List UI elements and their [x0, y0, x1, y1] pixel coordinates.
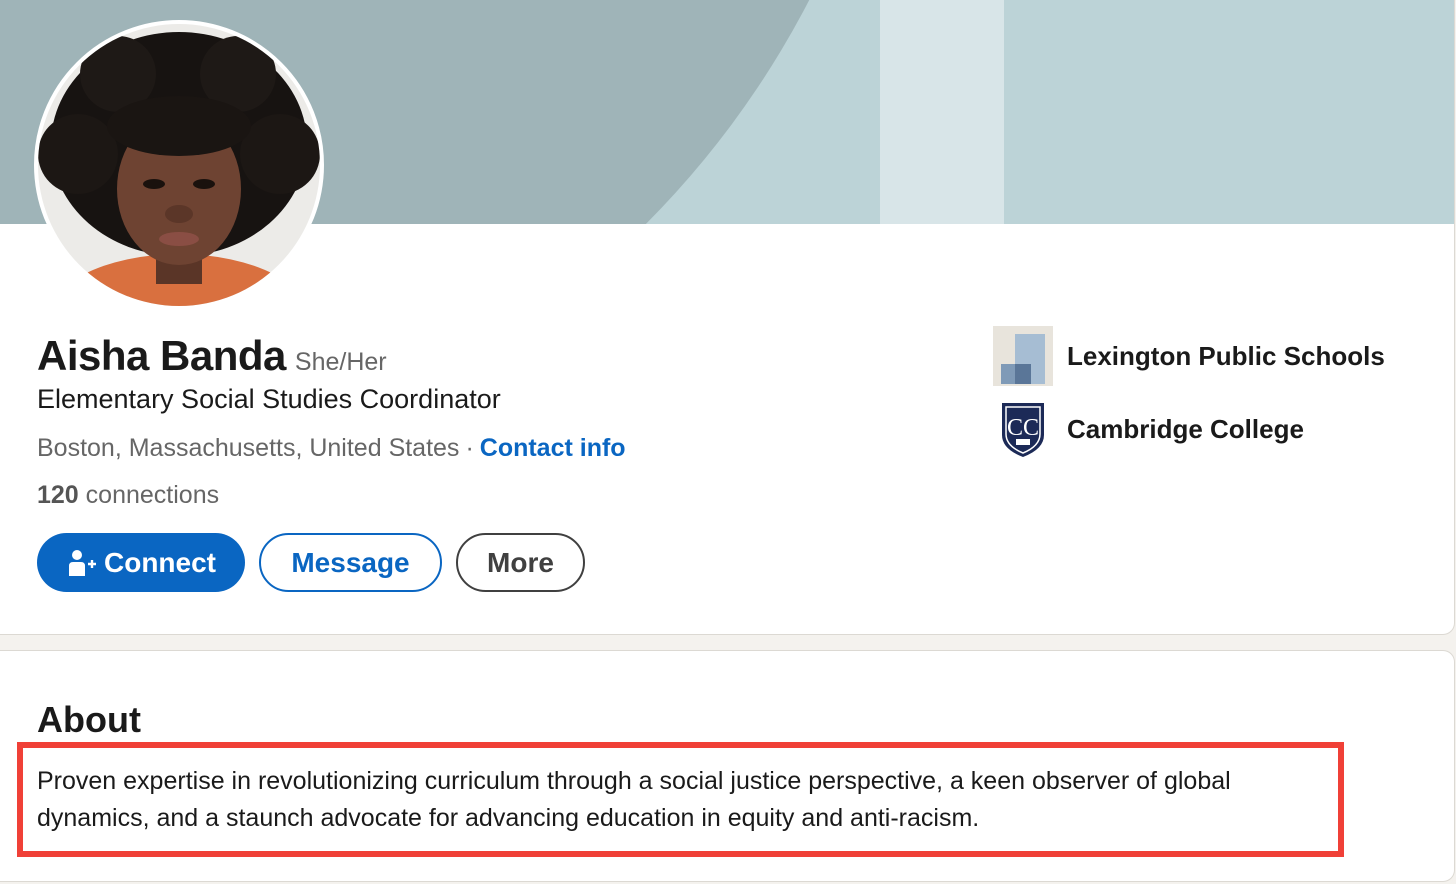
add-person-icon	[69, 549, 96, 576]
about-text: Proven expertise in revolutionizing curr…	[37, 767, 1231, 832]
profile-avatar[interactable]	[34, 20, 324, 310]
name-row: Aisha Banda She/Her	[37, 332, 387, 380]
lexington-logo-icon	[993, 326, 1053, 386]
more-label: More	[487, 546, 554, 578]
profile-pronouns: She/Her	[294, 348, 387, 376]
profile-card: Aisha Banda She/Her Elementary Social St…	[0, 0, 1455, 635]
profile-location: Boston, Massachusetts, United States	[37, 434, 460, 462]
banner-strip-shape	[880, 0, 1004, 224]
cambridge-logo-text: CC	[1007, 415, 1039, 441]
org-item-lexington[interactable]: Lexington Public Schools	[993, 326, 1385, 386]
cambridge-college-logo-icon: CC	[993, 399, 1053, 459]
location-row: Boston, Massachusetts, United States · Con…	[37, 434, 626, 463]
separator-dot: ·	[465, 434, 474, 462]
organization-list: Lexington Public Schools CC Cambridge Co…	[993, 326, 1385, 472]
profile-actions: Connect Message More	[37, 533, 585, 592]
about-card: About Proven expertise in revolutionizin…	[0, 650, 1455, 882]
connect-button[interactable]: Connect	[37, 533, 245, 592]
about-title: About	[37, 699, 141, 740]
connections-row[interactable]: 120 connections	[37, 481, 219, 510]
message-button[interactable]: Message	[259, 533, 442, 592]
connect-label: Connect	[104, 546, 216, 578]
more-button[interactable]: More	[456, 533, 585, 592]
profile-name: Aisha Banda	[37, 332, 286, 379]
profile-headline: Elementary Social Studies Coordinator	[37, 384, 501, 414]
org-item-cambridge[interactable]: CC Cambridge College	[993, 399, 1385, 459]
org-name: Lexington Public Schools	[1067, 340, 1385, 371]
contact-info-link[interactable]: Contact info	[480, 434, 626, 462]
org-name: Cambridge College	[1067, 413, 1304, 444]
connections-label: connections	[85, 481, 220, 509]
avatar-photo	[38, 24, 320, 306]
connections-count: 120	[37, 481, 79, 509]
message-label: Message	[291, 546, 410, 578]
